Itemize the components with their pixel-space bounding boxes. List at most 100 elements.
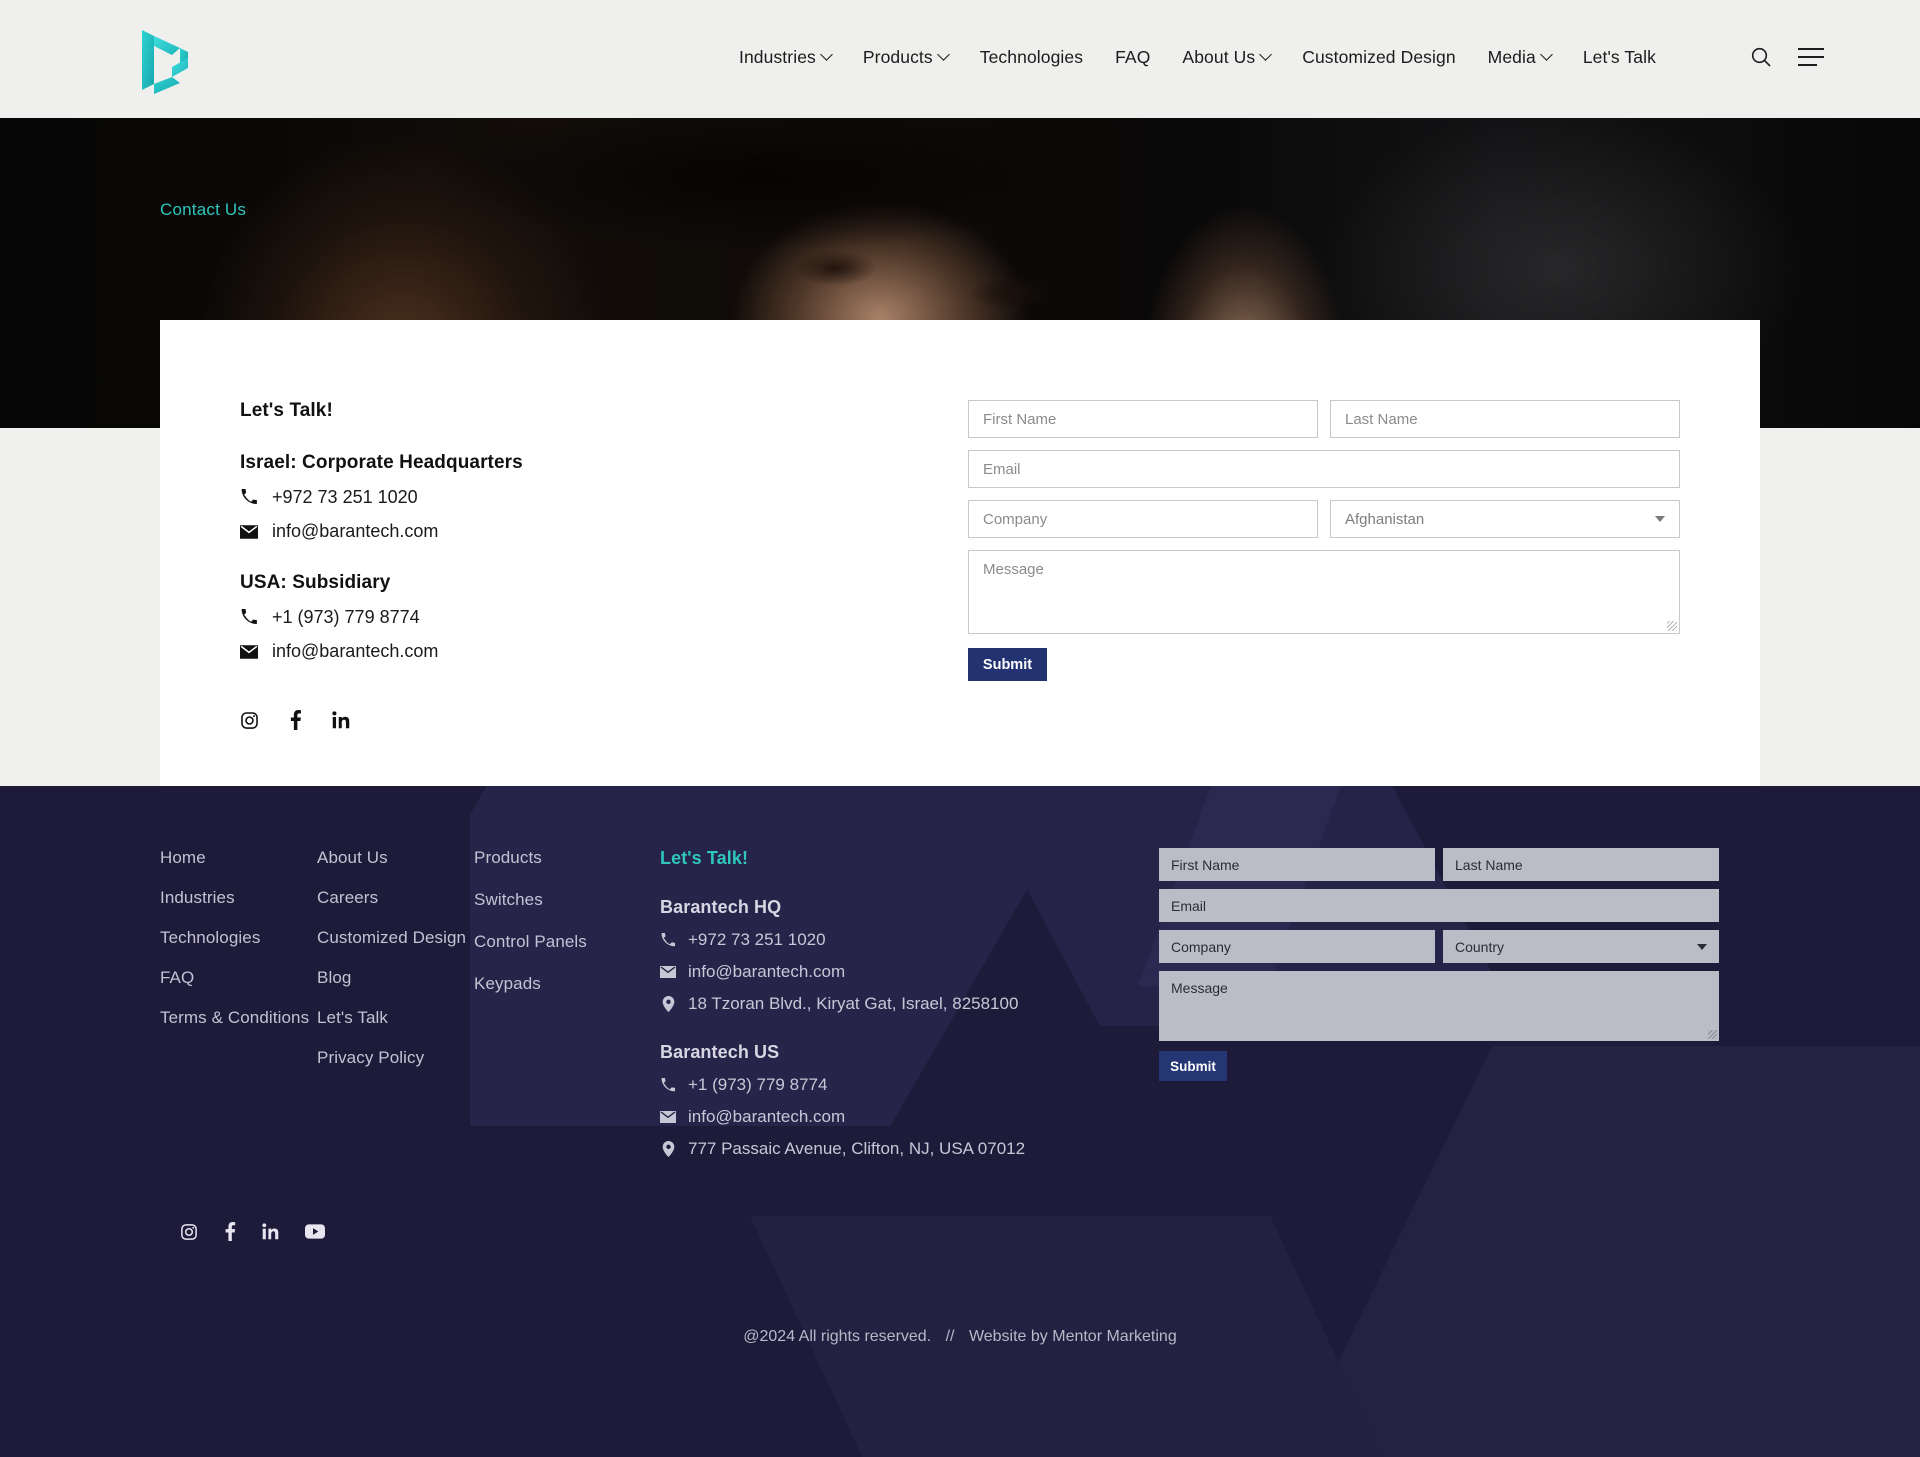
nav-label: Media (1487, 47, 1536, 67)
nav-label: Industries (739, 47, 816, 67)
site-logo[interactable] (136, 24, 194, 96)
nav-item-customized-design[interactable]: Customized Design (1286, 47, 1471, 68)
footer-first-name-input[interactable]: First Name (1159, 848, 1435, 881)
footer-link-home[interactable]: Home (160, 848, 317, 868)
footer-link-switches[interactable]: Switches (474, 890, 654, 910)
footer-email-hq[interactable]: info@barantech.com (660, 962, 1090, 982)
footer-link-control-panels[interactable]: Control Panels (474, 932, 654, 952)
linkedin-icon[interactable] (262, 1223, 279, 1240)
phone-icon (240, 489, 258, 507)
footer-email-input[interactable]: Email (1159, 889, 1719, 922)
footer-address-hq: 18 Tzoran Blvd., Kiryat Gat, Israel, 825… (660, 994, 1090, 1014)
office-phone-israel[interactable]: +972 73 251 1020 (240, 487, 800, 508)
footer-phone-hq[interactable]: +972 73 251 1020 (660, 930, 1090, 950)
submit-button[interactable]: Submit (968, 648, 1047, 681)
country-value: Afghanistan (1345, 510, 1425, 528)
form-row-email: Email (968, 450, 1680, 488)
footer-link-products[interactable]: Products (474, 848, 654, 868)
resize-handle-icon[interactable] (1667, 621, 1677, 631)
search-icon[interactable] (1750, 46, 1772, 68)
nav-item-industries[interactable]: Industries (723, 47, 847, 68)
facebook-icon[interactable] (289, 710, 302, 730)
credit-text[interactable]: Website by Mentor Marketing (969, 1328, 1177, 1345)
footer-link-lets-talk[interactable]: Let's Talk (317, 1008, 474, 1028)
phone-text: +972 73 251 1020 (272, 487, 418, 507)
contact-details: Let's Talk! Israel: Corporate Headquarte… (240, 400, 800, 730)
footer-link-blog[interactable]: Blog (317, 968, 474, 988)
youtube-icon[interactable] (305, 1224, 325, 1239)
instagram-icon[interactable] (180, 1223, 198, 1241)
footer-link-technologies[interactable]: Technologies (160, 928, 317, 948)
message-textarea[interactable]: Message (968, 550, 1680, 634)
nav-item-about-us[interactable]: About Us (1166, 47, 1286, 68)
nav-label: Customized Design (1302, 47, 1456, 67)
email-input[interactable]: Email (968, 450, 1680, 488)
hamburger-menu-icon[interactable] (1798, 48, 1824, 66)
email-text: info@barantech.com (272, 521, 439, 541)
footer-link-keypads[interactable]: Keypads (474, 974, 654, 994)
footer-email-us[interactable]: info@barantech.com (660, 1107, 1090, 1127)
footer-links: Home Industries Technologies FAQ Terms &… (160, 848, 654, 1088)
phone-icon (660, 932, 676, 948)
footer-country-select[interactable]: Country (1443, 930, 1719, 963)
nav-item-technologies[interactable]: Technologies (964, 47, 1099, 68)
footer-link-about-us[interactable]: About Us (317, 848, 474, 868)
email-text: info@barantech.com (272, 641, 439, 661)
nav-label: Technologies (979, 47, 1084, 67)
footer-link-privacy-policy[interactable]: Privacy Policy (317, 1048, 474, 1068)
chevron-down-icon (1697, 943, 1707, 950)
footer-social-links (180, 1222, 325, 1241)
footer-contact-form: First Name Last Name Email Company Count… (1159, 848, 1719, 1081)
phone-icon (240, 609, 258, 627)
footer-phone-us[interactable]: +1 (973) 779 8774 (660, 1075, 1090, 1095)
nav-item-faq[interactable]: FAQ (1099, 47, 1166, 68)
form-row-name: First Name Last Name (968, 400, 1680, 438)
phone-text: +1 (973) 779 8774 (272, 607, 420, 627)
location-pin-icon (660, 1141, 676, 1157)
office-email-usa[interactable]: info@barantech.com (240, 641, 800, 662)
footer-link-industries[interactable]: Industries (160, 888, 317, 908)
location-pin-icon (660, 996, 676, 1012)
site-header: Industries Products Technologies FAQ Abo… (0, 0, 1920, 118)
footer-last-name-input[interactable]: Last Name (1443, 848, 1719, 881)
office-phone-usa[interactable]: +1 (973) 779 8774 (240, 607, 800, 628)
facebook-icon[interactable] (224, 1222, 236, 1241)
message-placeholder: Message (983, 561, 1044, 578)
footer-column-1: Home Industries Technologies FAQ Terms &… (160, 848, 317, 1088)
resize-handle-icon[interactable] (1708, 1030, 1717, 1039)
footer-link-careers[interactable]: Careers (317, 888, 474, 908)
footer-message-textarea[interactable]: Message (1159, 971, 1719, 1041)
nav-item-products[interactable]: Products (847, 47, 964, 68)
office-email-israel[interactable]: info@barantech.com (240, 521, 800, 542)
footer-office-name-us: Barantech US (660, 1042, 780, 1062)
phone-icon (660, 1077, 676, 1093)
phone-text: +972 73 251 1020 (688, 930, 826, 949)
last-name-input[interactable]: Last Name (1330, 400, 1680, 438)
company-input[interactable]: Company (968, 500, 1318, 538)
office-name-usa: USA: Subsidiary (240, 572, 391, 593)
linkedin-icon[interactable] (332, 711, 350, 729)
header-icons (1750, 46, 1824, 68)
chevron-down-icon (1259, 48, 1273, 61)
footer-link-terms[interactable]: Terms & Conditions (160, 1008, 317, 1028)
breadcrumb: Contact Us (160, 200, 247, 219)
nav-item-media[interactable]: Media (1472, 47, 1567, 68)
email-icon (660, 1109, 676, 1125)
footer-link-customized-design[interactable]: Customized Design (317, 928, 474, 948)
contact-form: First Name Last Name Email Company Afgha… (968, 400, 1680, 681)
footer-column-2: About Us Careers Customized Design Blog … (317, 848, 474, 1088)
footer-office-name-hq: Barantech HQ (660, 897, 782, 917)
footer-company-input[interactable]: Company (1159, 930, 1435, 963)
social-links (240, 710, 800, 730)
first-name-input[interactable]: First Name (968, 400, 1318, 438)
nav-label: Let's Talk (1582, 47, 1656, 67)
chevron-down-icon (820, 48, 833, 61)
instagram-icon[interactable] (240, 711, 259, 730)
nav-item-lets-talk[interactable]: Let's Talk (1567, 47, 1672, 68)
footer-submit-button[interactable]: Submit (1159, 1051, 1227, 1081)
email-text: info@barantech.com (688, 962, 846, 981)
footer-link-faq[interactable]: FAQ (160, 968, 317, 988)
country-select[interactable]: Afghanistan (1330, 500, 1680, 538)
email-icon (240, 523, 258, 541)
nav-label: FAQ (1115, 47, 1151, 67)
